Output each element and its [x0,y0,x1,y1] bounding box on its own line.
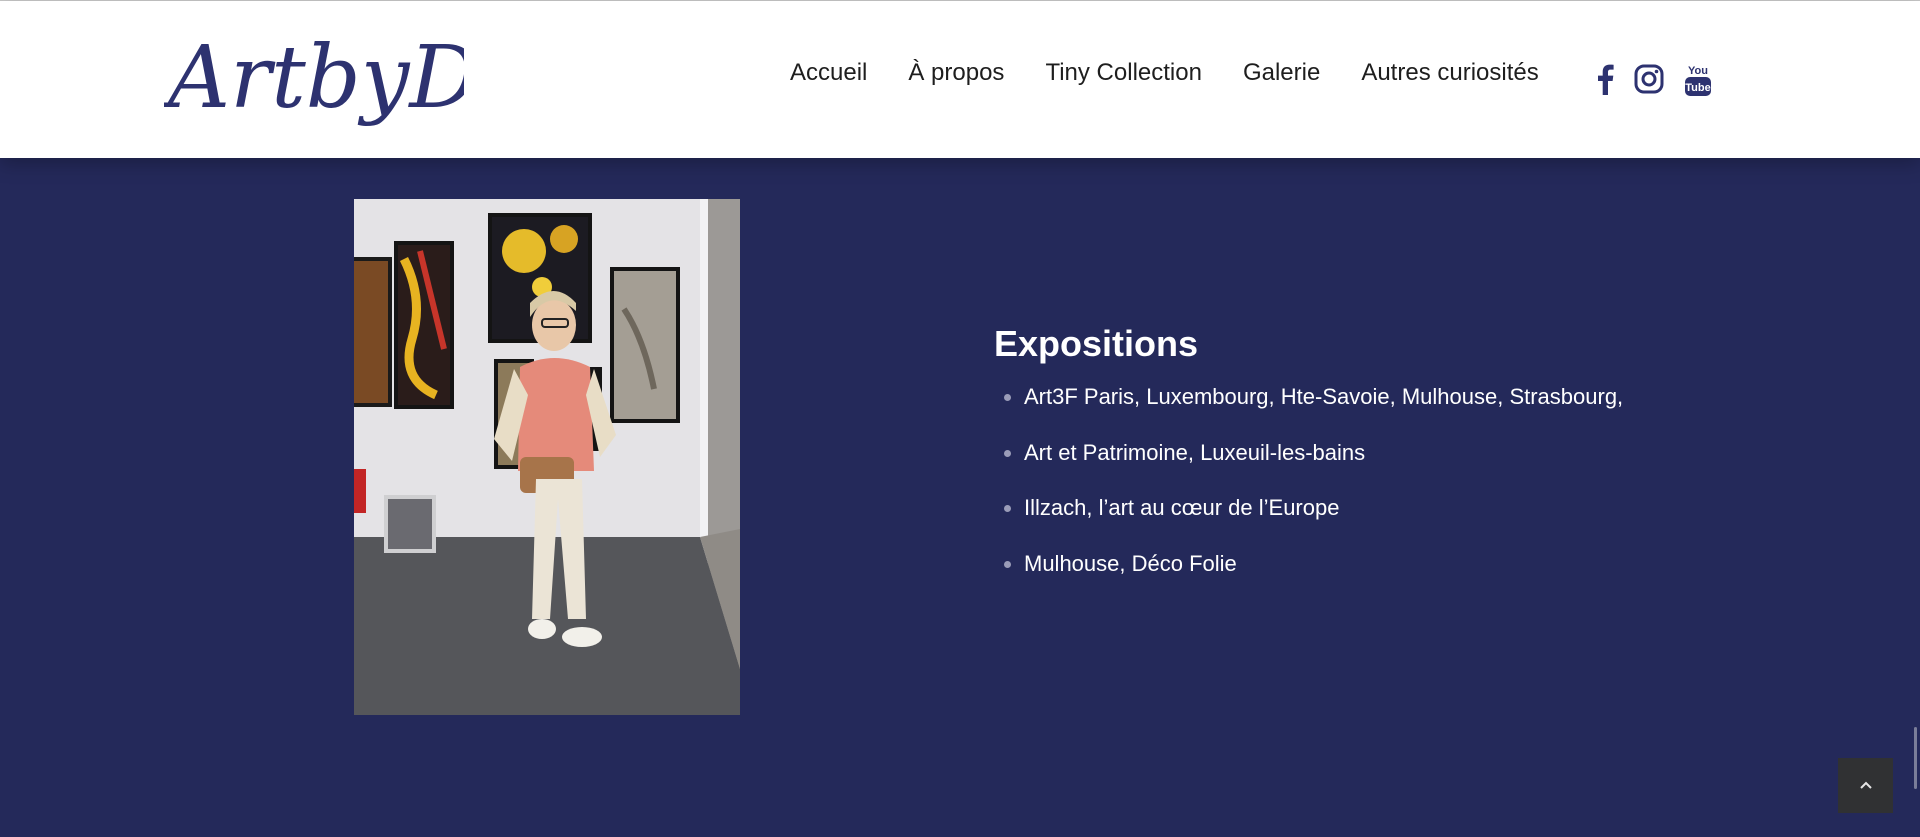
list-item: Art3F Paris, Luxembourg, Hte-Savoie, Mul… [994,383,1623,439]
youtube-icon[interactable]: You Tube [1684,63,1712,96]
site-logo[interactable]: ArtbyDo [161,11,530,146]
svg-text:Tube: Tube [1685,82,1710,94]
artist-exhibition-photo [354,199,740,715]
nav-item-accueil[interactable]: Accueil [790,59,867,87]
site-header: ArtbyDo Accueil À propos Tiny Collection… [0,1,1920,158]
svg-text:You: You [1688,65,1708,77]
scrollbar[interactable] [1914,727,1917,789]
back-to-top-button[interactable] [1838,758,1893,813]
chevron-up-icon [1859,777,1873,795]
exposition-label: Illzach, l’art au cœur de l’Europe [1024,495,1340,520]
bullet-icon [1004,449,1011,457]
main-content: Expositions Art3F Paris, Luxembourg, Hte… [0,158,1920,837]
list-item: Art et Patrimoine, Luxeuil-les-bains [994,439,1623,495]
facebook-icon[interactable] [1596,63,1614,95]
main-nav: Accueil À propos Tiny Collection Galerie… [790,59,1539,87]
bullet-icon [1004,505,1011,512]
exposition-label: Art et Patrimoine, Luxeuil-les-bains [1024,439,1366,465]
bullet-icon [1004,560,1011,568]
exposition-label: Mulhouse, Déco Folie [1024,550,1237,576]
exposition-label: Art3F Paris, Luxembourg, Hte-Savoie, Mul… [1024,384,1624,409]
instagram-icon[interactable] [1634,63,1664,95]
list-item: Mulhouse, Déco Folie [994,550,1623,606]
list-item: Illzach, l’art au cœur de l’Europe [994,494,1623,550]
bullet-icon [1004,394,1011,401]
nav-item-a-propos[interactable]: À propos [908,59,1004,87]
expositions-heading: Expositions [994,323,1199,364]
nav-item-autres-curiosites[interactable]: Autres curiosités [1361,59,1538,87]
expositions-list: Art3F Paris, Luxembourg, Hte-Savoie, Mul… [994,383,1623,605]
social-links: You Tube [1596,63,1712,96]
nav-item-galerie[interactable]: Galerie [1243,59,1320,87]
logo-text: ArtbyDo [164,28,464,128]
nav-item-tiny-collection[interactable]: Tiny Collection [1045,59,1202,87]
